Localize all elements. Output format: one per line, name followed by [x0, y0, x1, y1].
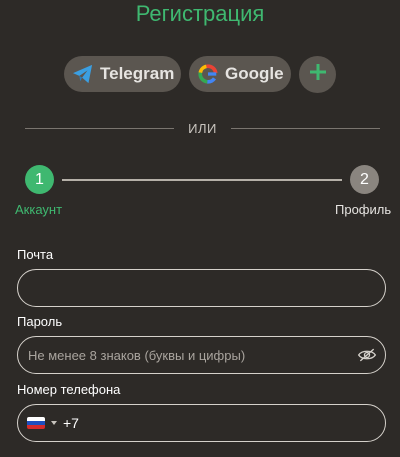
google-login-button[interactable]: Google: [189, 56, 291, 92]
email-input[interactable]: [18, 270, 385, 306]
or-divider: ИЛИ: [25, 120, 380, 136]
more-login-options-button[interactable]: [299, 56, 336, 93]
phone-field-wrapper: +7: [17, 404, 386, 442]
registration-stepper: 1 2 Аккаунт Профиль: [0, 165, 400, 225]
step-1-label: Аккаунт: [15, 202, 63, 217]
eye-slash-icon[interactable]: [357, 345, 377, 365]
google-icon: [197, 63, 219, 85]
divider-line-right: [230, 127, 380, 129]
telegram-login-label: Telegram: [100, 64, 175, 83]
chevron-down-icon[interactable]: [51, 421, 57, 425]
phone-label: Номер телефона: [17, 382, 121, 397]
step-1-indicator: 1: [25, 165, 54, 194]
telegram-icon: [72, 63, 94, 85]
divider-text: ИЛИ: [188, 120, 217, 136]
phone-country-code: +7: [63, 415, 79, 431]
password-field-wrapper: [17, 336, 386, 374]
russia-flag-icon[interactable]: [27, 417, 45, 429]
phone-input[interactable]: [78, 405, 385, 441]
plus-icon: [308, 62, 328, 87]
social-login-row: Telegram Google: [0, 56, 400, 93]
google-login-label: Google: [225, 64, 284, 83]
divider-line-left: [25, 127, 175, 129]
password-label: Пароль: [17, 314, 63, 329]
telegram-login-button[interactable]: Telegram: [64, 56, 181, 92]
email-label: Почта: [17, 247, 54, 262]
page-title: Регистрация: [135, 1, 265, 26]
email-field-wrapper: [17, 269, 386, 307]
password-input[interactable]: [18, 337, 357, 373]
step-2-indicator: 2: [350, 165, 379, 194]
stepper-connector: [62, 179, 342, 181]
step-2-label: Профиль: [335, 202, 392, 217]
